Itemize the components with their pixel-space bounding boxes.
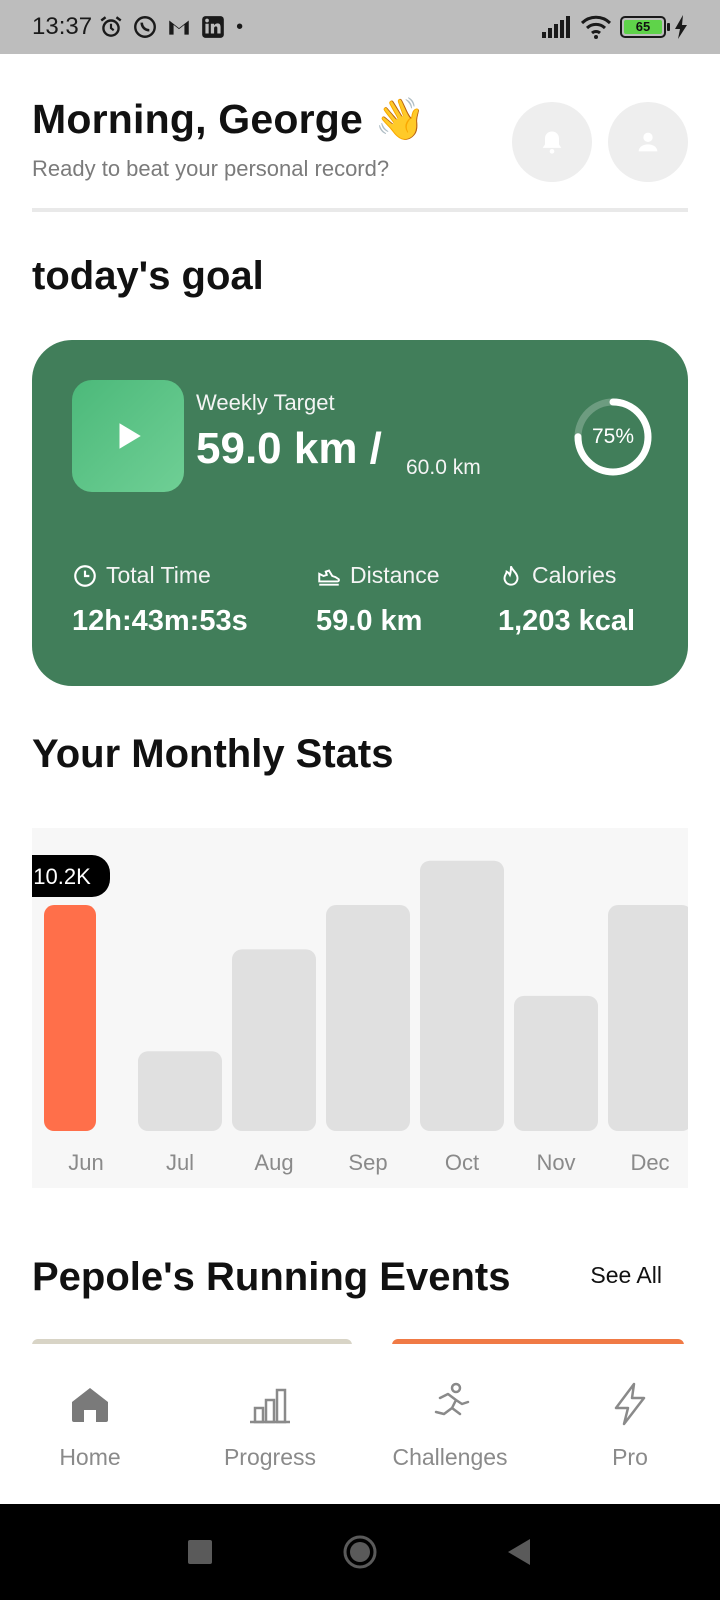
linkedin-icon — [202, 16, 224, 38]
play-icon — [119, 423, 141, 449]
start-run-button[interactable] — [72, 380, 184, 492]
weekly-goal-card[interactable]: Weekly Target 59.0 km / 60.0 km 75% Tota… — [32, 340, 688, 686]
more-notifications-dot: • — [236, 15, 244, 38]
bar-nov[interactable] — [514, 995, 598, 1131]
weekly-target-distance: 60.0 km — [406, 456, 481, 479]
x-tick-label: Nov — [536, 1150, 575, 1175]
notifications-button[interactable] — [512, 102, 592, 182]
x-tick-label: Sep — [348, 1150, 387, 1175]
wifi-icon — [580, 15, 612, 39]
x-tick-label: Jun — [68, 1150, 103, 1175]
weekly-target-label: Weekly Target — [196, 390, 335, 415]
greeting-subtitle: Ready to beat your personal record? — [32, 156, 390, 181]
nav-progress[interactable]: Progress — [180, 1344, 360, 1504]
events-section-title: Pepole's Running Events — [32, 1255, 511, 1299]
x-tick-label: Dec — [630, 1150, 669, 1175]
gmail-icon — [169, 20, 189, 35]
nav-label: Home — [59, 1444, 121, 1470]
profile-button[interactable] — [608, 102, 688, 182]
status-time: 13:37 — [32, 13, 93, 40]
stat-distance: Distance 59.0 km — [316, 562, 439, 638]
battery-icon: 65 — [620, 16, 670, 38]
bottom-navigation: Home Progress Challenges Pro — [0, 1344, 720, 1504]
user-icon — [638, 132, 658, 152]
header: Morning, George 👋 Ready to beat your per… — [32, 96, 688, 212]
bar-value-label: 10.2K — [33, 864, 91, 889]
bell-icon — [542, 131, 562, 154]
battery-level: 65 — [624, 20, 662, 34]
bar-dec[interactable] — [608, 905, 688, 1131]
notification-icons — [98, 14, 226, 40]
alarm-icon — [100, 16, 122, 37]
system-status: 65 — [542, 15, 688, 39]
x-tick-label: Jul — [166, 1150, 194, 1175]
bar-chart: Jun 10.2K Jul Aug Sep Oct Nov Dec — [32, 855, 688, 1175]
bar-value-tooltip: 10.2K — [32, 855, 110, 898]
nav-label: Progress — [223, 1444, 317, 1470]
shoe-icon — [318, 568, 340, 586]
bar-jul[interactable] — [138, 1051, 222, 1131]
bar-oct[interactable] — [420, 860, 504, 1131]
progress-percent: 75% — [591, 425, 635, 448]
stat-value: 59.0 km — [316, 605, 423, 637]
nav-home[interactable]: Home — [0, 1344, 180, 1504]
nav-pro[interactable]: Pro — [540, 1344, 720, 1504]
see-all-button[interactable]: See All — [590, 1262, 662, 1289]
monthly-stats-title: Your Monthly Stats — [32, 732, 394, 776]
home-icon — [72, 1388, 108, 1422]
stat-calories: Calories 1,203 kcal — [498, 562, 635, 638]
nav-challenges[interactable]: Challenges — [360, 1344, 540, 1504]
x-tick-label: Aug — [254, 1150, 293, 1175]
monthly-stats-chart[interactable]: Jun 10.2K Jul Aug Sep Oct Nov Dec — [32, 828, 688, 1188]
stat-value: 1,203 kcal — [498, 605, 636, 637]
stat-label: Calories — [532, 562, 617, 588]
back-button[interactable] — [500, 1532, 540, 1572]
status-bar: 13:37 • 65 — [0, 0, 720, 54]
bar-aug[interactable] — [232, 949, 316, 1131]
bar-chart-icon — [250, 1388, 290, 1424]
stat-value: 12h:43m:53s — [72, 605, 248, 637]
weekly-current-distance: 59.0 km / — [196, 424, 382, 473]
signal-icon — [542, 16, 570, 38]
stat-total-time: Total Time 12h:43m:53s — [72, 562, 248, 638]
stat-label: Total Time — [106, 562, 211, 588]
nav-label: Challenges — [392, 1444, 508, 1470]
goal-section-title: today's goal — [32, 254, 264, 298]
whatsapp-icon — [134, 16, 157, 38]
clock-icon — [74, 564, 96, 587]
nav-label: Pro — [612, 1444, 648, 1470]
charging-icon — [675, 15, 687, 39]
home-system-button[interactable] — [340, 1532, 380, 1572]
lightning-icon — [614, 1382, 646, 1426]
flame-icon — [503, 565, 519, 586]
bar-sep[interactable] — [326, 905, 410, 1131]
stat-label: Distance — [350, 562, 440, 588]
bar-jun[interactable] — [44, 905, 96, 1131]
system-navigation-bar — [0, 1504, 720, 1600]
x-tick-label: Oct — [445, 1150, 479, 1175]
runner-icon — [434, 1382, 470, 1416]
recents-button[interactable] — [180, 1532, 220, 1572]
